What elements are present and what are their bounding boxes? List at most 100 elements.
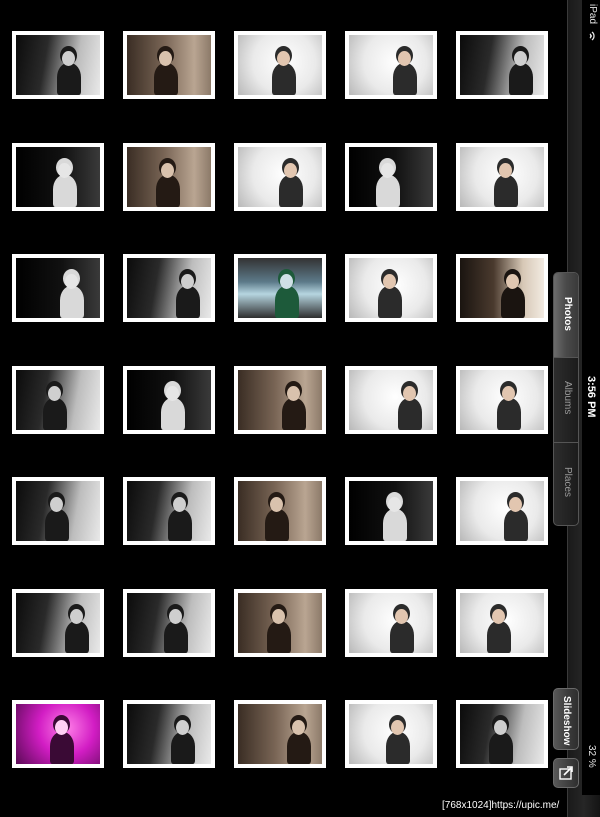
- photo-thumbnail[interactable]: [123, 588, 215, 657]
- photo-subject: [393, 63, 417, 95]
- photo-image: [127, 146, 211, 207]
- photo-subject: [494, 174, 518, 207]
- photo-thumbnail[interactable]: [12, 477, 104, 545]
- photo-thumbnail[interactable]: [345, 365, 437, 434]
- photo-thumbnail[interactable]: [345, 588, 437, 657]
- photo-subject-head: [499, 162, 512, 178]
- photo-thumbnail[interactable]: [234, 477, 326, 545]
- photo-subject: [275, 286, 299, 318]
- photo-subject: [378, 286, 402, 318]
- photo-subject: [265, 509, 289, 541]
- photo-image: [127, 481, 211, 541]
- photo-thumbnail[interactable]: [12, 588, 104, 657]
- photo-thumbnail[interactable]: [12, 142, 104, 211]
- photo-thumbnail[interactable]: [12, 365, 104, 434]
- photo-thumbnail[interactable]: [345, 700, 437, 768]
- photo-subject: [279, 174, 303, 207]
- slideshow-button[interactable]: Slideshow: [553, 688, 579, 750]
- view-segmented-control: Photos Albums Places: [553, 272, 579, 526]
- photo-subject: [154, 63, 178, 95]
- photo-thumbnail[interactable]: [456, 142, 548, 211]
- tab-places[interactable]: Places: [554, 443, 578, 525]
- photo-subject-head: [58, 162, 71, 178]
- photo-subject-head: [176, 720, 189, 735]
- photo-thumbnail[interactable]: [123, 477, 215, 545]
- photo-thumbnail[interactable]: [123, 365, 215, 434]
- photo-subject: [376, 174, 400, 207]
- photo-image: [127, 35, 211, 95]
- photo-thumbnail[interactable]: [345, 31, 437, 99]
- photo-thumbnail[interactable]: [456, 254, 548, 322]
- photo-subject-head: [50, 497, 63, 512]
- photo-image: [127, 369, 211, 430]
- photo-thumbnail[interactable]: [234, 254, 326, 322]
- photo-subject: [45, 509, 69, 541]
- photo-subject: [509, 63, 533, 95]
- photo-thumbnail[interactable]: [234, 588, 326, 657]
- photo-subject: [504, 509, 528, 541]
- share-button[interactable]: [553, 758, 579, 788]
- photo-thumbnail[interactable]: [456, 31, 548, 99]
- photo-subject-head: [403, 385, 416, 401]
- photo-thumbnail[interactable]: [234, 700, 326, 768]
- photo-image: [349, 35, 433, 95]
- tab-photos[interactable]: Photos: [554, 273, 578, 357]
- photo-thumbnail[interactable]: [123, 254, 215, 322]
- photo-thumbnail[interactable]: [456, 700, 548, 768]
- photo-thumbnail[interactable]: [12, 700, 104, 768]
- photo-subject-head: [169, 608, 182, 624]
- photo-thumbnail[interactable]: [234, 365, 326, 434]
- watermark-text: [768x1024]https://upic.me/: [442, 800, 560, 811]
- photo-subject-head: [395, 608, 408, 624]
- wifi-icon: [589, 31, 595, 41]
- photo-thumbnail[interactable]: [123, 700, 215, 768]
- tab-albums-label: Albums: [562, 381, 573, 415]
- photo-thumbnail[interactable]: [456, 365, 548, 434]
- photo-thumbnail[interactable]: [123, 31, 215, 99]
- battery-level: 32 %: [586, 745, 597, 768]
- tab-albums[interactable]: Albums: [554, 358, 578, 442]
- photo-thumbnail[interactable]: [12, 254, 104, 322]
- photo-image: [238, 481, 322, 541]
- photo-image: [460, 704, 544, 764]
- tab-places-label: Places: [562, 467, 573, 498]
- photo-subject-head: [398, 51, 411, 66]
- photo-image: [349, 481, 433, 541]
- photo-thumbnail[interactable]: [345, 142, 437, 211]
- photo-image: [16, 35, 100, 95]
- photo-subject-head: [388, 497, 401, 512]
- photo-subject-head: [509, 497, 522, 512]
- photo-thumbnail[interactable]: [12, 31, 104, 99]
- photo-subject: [50, 732, 74, 764]
- photo-subject: [386, 732, 410, 764]
- photo-thumbnail[interactable]: [123, 142, 215, 211]
- photo-image: [238, 35, 322, 95]
- photo-subject: [497, 397, 521, 430]
- photo-thumbnail[interactable]: [456, 477, 548, 545]
- photo-image: [238, 592, 322, 653]
- photo-subject: [383, 509, 407, 541]
- photo-thumbnail[interactable]: [345, 254, 437, 322]
- photo-subject-head: [287, 385, 300, 401]
- photo-image: [16, 481, 100, 541]
- photo-subject-head: [277, 51, 290, 66]
- photo-image: [460, 592, 544, 653]
- status-time: 3:56 PM: [585, 376, 597, 418]
- photo-image: [16, 258, 100, 318]
- photo-subject: [168, 509, 192, 541]
- photo-thumbnail[interactable]: [234, 142, 326, 211]
- photo-image: [16, 369, 100, 430]
- photo-subject-head: [181, 274, 194, 289]
- photo-image: [127, 592, 211, 653]
- photo-thumbnail[interactable]: [345, 477, 437, 545]
- photo-subject-head: [272, 608, 285, 624]
- photo-thumbnail[interactable]: [234, 31, 326, 99]
- photo-subject: [501, 286, 525, 318]
- photo-subject-head: [284, 162, 297, 178]
- photo-image: [16, 146, 100, 207]
- photo-subject: [282, 397, 306, 430]
- photo-subject: [390, 620, 414, 653]
- photo-subject-head: [65, 274, 78, 289]
- photo-subject: [487, 620, 511, 653]
- photo-thumbnail[interactable]: [456, 588, 548, 657]
